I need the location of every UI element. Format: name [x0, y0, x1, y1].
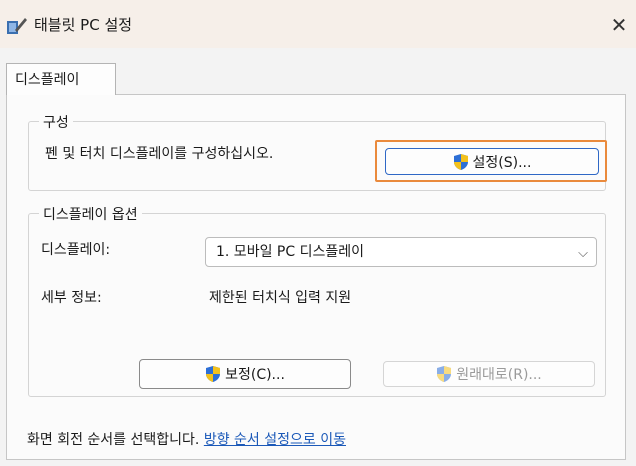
details-label: 세부 정보: — [41, 290, 102, 306]
close-button[interactable]: ✕ — [602, 6, 636, 44]
reset-button[interactable]: 원래대로(R)... — [383, 361, 595, 387]
setup-button-label: 설정(S)... — [472, 154, 532, 171]
calibrate-button-label: 보정(C)... — [225, 367, 285, 383]
rotation-footer: 화면 회전 순서를 선택합니다. 방향 순서 설정으로 이동 — [27, 429, 346, 449]
display-select[interactable]: 1. 모바일 PC 디스플레이 ⌵ — [205, 237, 597, 267]
orientation-settings-link[interactable]: 방향 순서 설정으로 이동 — [204, 432, 346, 448]
shield-icon — [436, 365, 452, 383]
display-options-title: 디스플레이 옵션 — [39, 204, 142, 224]
display-select-value: 1. 모바일 PC 디스플레이 — [216, 244, 364, 260]
tab-display[interactable]: 디스플레이 — [6, 63, 116, 95]
details-value: 제한된 터치식 입력 지원 — [209, 290, 352, 306]
tablet-pen-icon — [6, 16, 28, 36]
reset-button-label: 원래대로(R)... — [456, 367, 542, 383]
setup-button[interactable]: 설정(S)... — [385, 148, 599, 175]
window-title: 태블릿 PC 설정 — [34, 16, 133, 34]
tab-panel: 구성 펜 및 터치 디스플레이를 구성하십시오. 설정(S)... 디스플레이 … — [6, 94, 626, 460]
rotation-footer-text: 화면 회전 순서를 선택합니다. — [27, 432, 200, 448]
configure-group-title: 구성 — [39, 112, 73, 132]
title-bar: 태블릿 PC 설정 ✕ — [0, 0, 636, 48]
calibrate-button[interactable]: 보정(C)... — [139, 359, 351, 389]
configure-description: 펜 및 터치 디스플레이를 구성하십시오. — [45, 146, 274, 162]
close-icon: ✕ — [610, 13, 628, 37]
shield-icon — [205, 365, 221, 383]
chevron-down-icon: ⌵ — [578, 246, 588, 261]
shield-icon — [453, 153, 469, 171]
display-label: 디스플레이: — [41, 242, 111, 258]
configure-group: 구성 펜 및 터치 디스플레이를 구성하십시오. 설정(S)... — [28, 112, 607, 191]
